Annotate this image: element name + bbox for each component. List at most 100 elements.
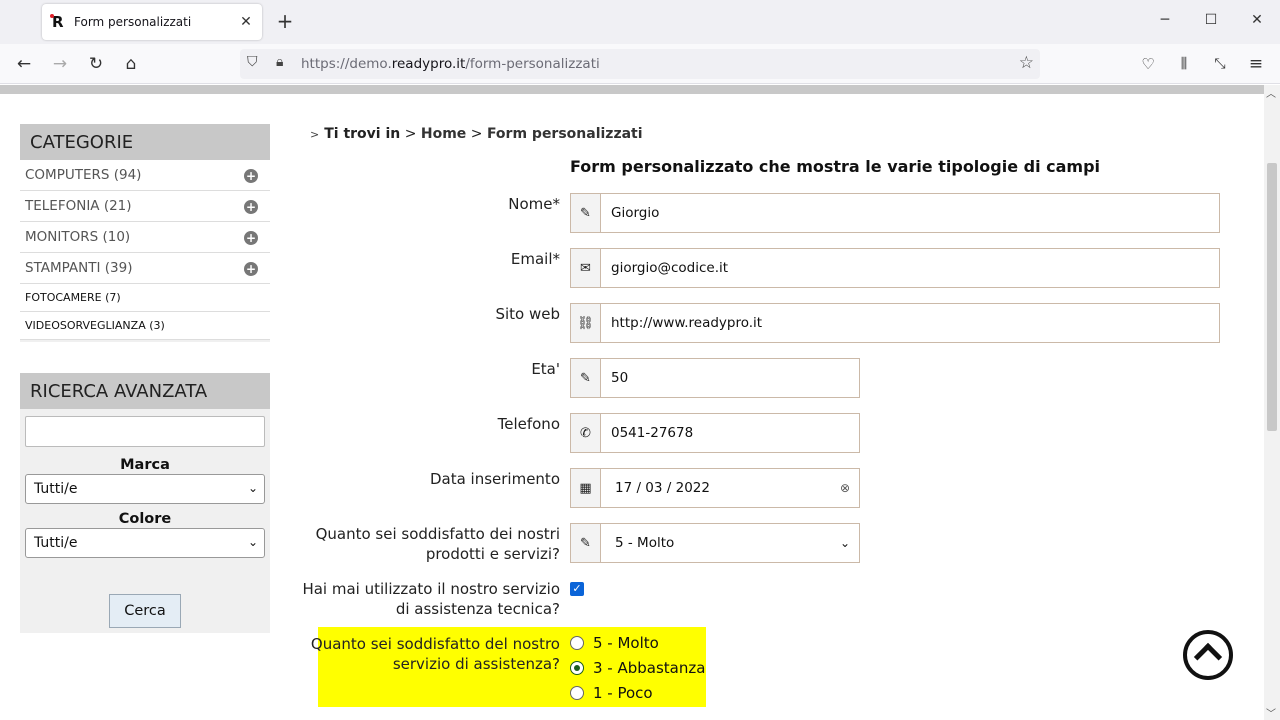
back-to-top-button[interactable]	[1183, 630, 1233, 680]
category-label[interactable]: STAMPANTI (39)	[25, 260, 133, 276]
calendar-icon: ▦	[571, 469, 601, 507]
support-used-label: Hai mai utilizzato il nostro servizio di…	[302, 579, 560, 619]
phone-label: Telefono	[497, 415, 560, 433]
radio-option[interactable]: 3 - Abbastanza	[570, 659, 705, 677]
scroll-down-icon[interactable]: ﹀	[1266, 705, 1276, 720]
category-item[interactable]: FOTOCAMERE (7)	[20, 284, 270, 312]
close-tab-icon[interactable]: ✕	[236, 14, 256, 30]
expand-plus-icon[interactable]: +	[244, 262, 258, 276]
expand-plus-icon[interactable]: +	[244, 200, 258, 214]
advanced-search-box: RICERCA AVANZATA Marca Tutti/e ⌄ Colore T…	[20, 373, 270, 633]
forward-icon[interactable]: →	[49, 53, 71, 75]
site-favicon-icon: R	[50, 14, 68, 30]
support-rating-label-line1: Quanto sei soddisfatto del nostro	[310, 635, 560, 653]
scroll-thumb[interactable]	[1267, 163, 1277, 431]
radio-label[interactable]: 5 - Molto	[593, 634, 659, 652]
radio-button[interactable]	[570, 636, 584, 650]
minimize-icon[interactable]: ─	[1155, 12, 1175, 28]
scroll-up-icon[interactable]: ︿	[1266, 85, 1276, 100]
satisfaction-value[interactable]: 5 - Molto	[601, 535, 831, 551]
browser-nav-bar: ← → ↻ ⌂ ⛉ 🔒︎ https://demo.readypro.it/fo…	[0, 44, 1280, 84]
new-tab-button[interactable]: +	[274, 10, 296, 32]
brand-select[interactable]: Tutti/e ⌄	[25, 474, 265, 504]
support-used-checkbox[interactable]: ✓	[570, 582, 584, 596]
color-label: Colore	[118, 511, 172, 527]
category-label[interactable]: MONITORS (10)	[25, 229, 130, 245]
support-rating-label: Quanto sei soddisfatto del nostro serviz…	[311, 634, 560, 674]
website-value[interactable]: http://www.readypro.it	[601, 315, 1219, 331]
breadcrumb-separator: >	[404, 126, 417, 142]
chevron-up-icon	[1193, 642, 1223, 672]
search-button[interactable]: Cerca	[109, 594, 181, 628]
radio-label[interactable]: 3 - Abbastanza	[593, 659, 705, 677]
browser-tab[interactable]: R Form personalizzati ✕	[42, 4, 262, 40]
pocket-icon[interactable]: ♡	[1137, 53, 1159, 75]
phone-value[interactable]: 0541-27678	[601, 425, 859, 441]
reload-icon[interactable]: ↻	[85, 53, 107, 75]
maximize-icon[interactable]: ☐	[1201, 12, 1221, 28]
menu-icon[interactable]: ≡	[1245, 53, 1267, 75]
name-value[interactable]: Giorgio	[601, 205, 1219, 221]
category-item[interactable]: STAMPANTI (39) +	[20, 253, 270, 284]
chevron-down-icon: ⌄	[247, 481, 258, 495]
bookmark-star-icon[interactable]: ☆	[1019, 53, 1034, 73]
shield-icon[interactable]: ⛉	[247, 54, 258, 70]
satisfaction-label-line2: prodotti e servizi?	[425, 545, 560, 563]
satisfaction-label: Quanto sei soddisfatto dei nostri prodot…	[316, 524, 560, 564]
website-label: Sito web	[495, 305, 560, 323]
brand-label: Marca	[120, 457, 170, 473]
category-label[interactable]: VIDEOSORVEGLIANZA (3)	[25, 319, 165, 332]
email-field[interactable]: ✉ giorgio@codice.it	[570, 248, 1220, 288]
age-field[interactable]: ✎ 50	[570, 358, 860, 398]
url-text[interactable]: https://demo.readypro.it/form-personaliz…	[301, 56, 600, 72]
breadcrumb-current: Form personalizzati	[486, 126, 643, 142]
age-value[interactable]: 50	[601, 370, 859, 386]
page-scrollbar[interactable]: ︿ ﹀	[1264, 85, 1280, 720]
chevron-right-icon: >	[310, 128, 320, 141]
website-field[interactable]: ⛓ http://www.readypro.it	[570, 303, 1220, 343]
address-bar[interactable]: ⛉ 🔒︎ https://demo.readypro.it/form-perso…	[240, 49, 1040, 79]
radio-button-selected[interactable]	[570, 661, 584, 675]
lock-icon[interactable]: 🔒︎	[276, 54, 283, 70]
satisfaction-select[interactable]: ✎ 5 - Molto ⌄	[570, 523, 860, 563]
category-label[interactable]: TELEFONIA (21)	[25, 198, 132, 214]
search-input[interactable]	[25, 416, 265, 447]
support-used-label-line1: Hai mai utilizzato il nostro servizio	[302, 580, 560, 598]
category-item[interactable]: COMPUTERS (94) +	[20, 160, 270, 191]
radio-option[interactable]: 5 - Molto	[570, 634, 659, 652]
category-item[interactable]: TELEFONIA (21) +	[20, 191, 270, 222]
chevron-down-icon: ⌄	[839, 536, 851, 550]
envelope-icon: ✉	[571, 249, 601, 287]
tab-title: Form personalizzati	[74, 15, 192, 29]
chevron-down-icon: ⌄	[247, 535, 258, 549]
radio-label[interactable]: 1 - Poco	[593, 684, 653, 702]
date-field[interactable]: ▦ 17 / 03 / 2022 ⊗	[570, 468, 860, 508]
category-item[interactable]: VIDEOSORVEGLIANZA (3)	[20, 312, 270, 340]
radio-option[interactable]: 1 - Poco	[570, 684, 653, 702]
date-label: Data inserimento	[429, 470, 560, 488]
color-select[interactable]: Tutti/e ⌄	[25, 528, 265, 558]
library-icon[interactable]: ⫼	[1173, 53, 1195, 75]
breadcrumb: > Ti trovi in > Home > Form personalizzat…	[310, 126, 643, 142]
email-label: Email*	[510, 250, 560, 268]
categories-title: CATEGORIE	[20, 124, 270, 160]
phone-field[interactable]: ✆ 0541-27678	[570, 413, 860, 453]
back-icon[interactable]: ←	[13, 53, 35, 75]
email-value[interactable]: giorgio@codice.it	[601, 260, 1219, 276]
name-field[interactable]: ✎ Giorgio	[570, 193, 1220, 233]
clear-icon[interactable]: ⊗	[831, 481, 859, 495]
breadcrumb-home-link[interactable]: Home	[421, 126, 466, 142]
category-label[interactable]: FOTOCAMERE (7)	[25, 291, 121, 304]
age-label: Eta'	[531, 360, 560, 378]
radio-button[interactable]	[570, 686, 584, 700]
home-icon[interactable]: ⌂	[120, 53, 142, 75]
expand-plus-icon[interactable]: +	[244, 169, 258, 183]
color-select-value: Tutti/e	[34, 535, 78, 551]
expand-plus-icon[interactable]: +	[244, 231, 258, 245]
close-window-icon[interactable]: ✕	[1247, 12, 1267, 28]
date-value[interactable]: 17 / 03 / 2022	[601, 480, 831, 496]
category-label[interactable]: COMPUTERS (94)	[25, 167, 141, 183]
extensions-icon[interactable]: ⤡	[1209, 53, 1231, 75]
phone-icon: ✆	[571, 414, 601, 452]
category-item[interactable]: MONITORS (10) +	[20, 222, 270, 253]
